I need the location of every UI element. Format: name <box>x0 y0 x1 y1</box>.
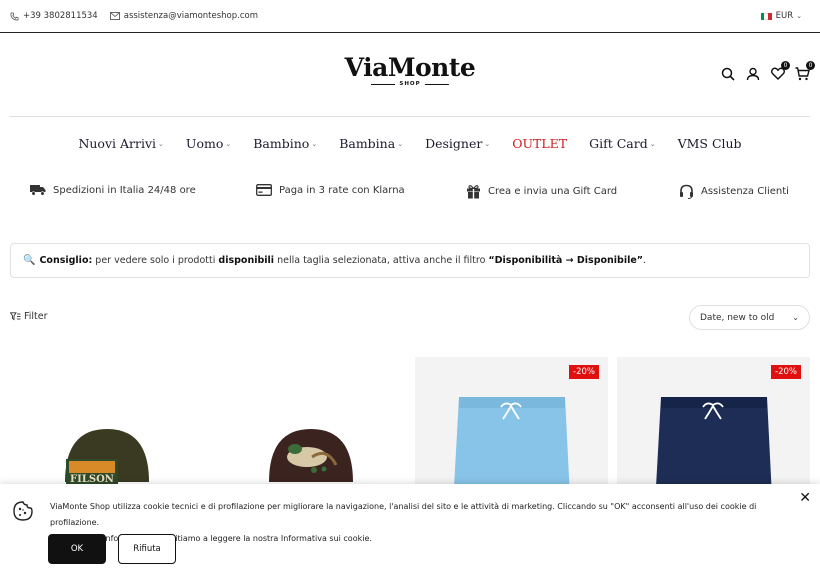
nav-item-vms-club[interactable]: VMS Club <box>678 136 742 151</box>
feature-support: Assistenza Clienti <box>679 184 789 199</box>
header-actions: 0 0 <box>710 61 815 81</box>
header: ViaMonte SHOP 0 0 <box>0 33 820 117</box>
discount-badge: -20% <box>771 365 801 379</box>
filter-button[interactable]: Filter <box>10 311 48 322</box>
phone-icon <box>10 12 19 21</box>
cart-button[interactable]: 0 <box>795 61 815 81</box>
chevron-down-icon: ⌄ <box>225 139 232 148</box>
cookie-icon <box>12 500 34 525</box>
feature-klarna-label: Paga in 3 rate con Klarna <box>279 184 405 196</box>
nav-item-designer[interactable]: Designer ⌄ <box>425 136 490 151</box>
cart-count-badge: 0 <box>806 61 815 70</box>
mail-icon <box>109 12 120 20</box>
feature-gift-card-label: Crea e invia una Gift Card <box>488 186 618 197</box>
chevron-down-icon: ⌄ <box>649 139 656 148</box>
chevron-down-icon: ⌄ <box>796 12 802 20</box>
feature-support-label: Assistenza Clienti <box>701 186 789 197</box>
headset-icon <box>679 184 694 199</box>
top-bar: +39 3802811534 assistenza@viamonteshop.c… <box>0 0 820 33</box>
nav-item-outlet[interactable]: OUTLET <box>512 136 567 151</box>
chevron-down-icon: ⌄ <box>397 139 404 148</box>
feature-gift-card: Crea e invia una Gift Card <box>466 184 617 199</box>
gift-icon <box>466 184 481 199</box>
filter-label: Filter <box>24 311 48 322</box>
phone-number: +39 3802811534 <box>23 11 98 21</box>
nav-item-nuovi-arrivi[interactable]: Nuovi Arrivi ⌄ <box>78 136 163 151</box>
chevron-down-icon: ⌄ <box>484 139 491 148</box>
chevron-down-icon: ⌄ <box>311 139 318 148</box>
tip-text-2: nella taglia selezionata, attiva anche i… <box>277 255 486 266</box>
discount-badge: -20% <box>569 365 599 379</box>
email-address: assistenza@viamonteshop.com <box>123 11 259 21</box>
tip-bold-2: “Disponibilità → Disponibile” <box>488 255 644 266</box>
cookie-ok-button[interactable]: OK <box>48 534 106 564</box>
sort-value: Date, new to old <box>700 312 775 323</box>
filter-icon <box>10 312 21 321</box>
sort-select[interactable]: Date, new to old ⌄ <box>689 305 810 330</box>
nav-item-bambino[interactable]: Bambino ⌄ <box>253 136 317 151</box>
filter-tip-banner: 🔍 Consiglio: per vedere solo i prodotti … <box>10 243 810 278</box>
feature-shipping: Spedizioni in Italia 24/48 ore <box>30 184 196 196</box>
wishlist-button[interactable]: 0 <box>770 61 790 81</box>
currency-label: EUR <box>775 11 794 21</box>
close-icon[interactable]: ✕ <box>799 490 811 506</box>
main-navigation: Nuovi Arrivi ⌄ Uomo ⌄ Bambino ⌄ Bambina ⌄ De… <box>0 136 820 151</box>
chevron-down-icon: ⌄ <box>792 313 799 322</box>
features-bar: Spedizioni in Italia 24/48 ore Paga in 3… <box>0 184 820 204</box>
feature-klarna: Paga in 3 rate con Klarna <box>256 184 405 196</box>
logo-sub: SHOP <box>399 81 421 87</box>
header-divider <box>10 116 810 117</box>
feature-shipping-label: Spedizioni in Italia 24/48 ore <box>53 184 196 196</box>
logo-name: ViaMonte <box>344 53 476 82</box>
chevron-down-icon: ⌄ <box>158 139 164 148</box>
currency-selector[interactable]: EUR ⌄ <box>760 11 802 21</box>
wishlist-count-badge: 0 <box>781 61 790 70</box>
nav-item-gift-card[interactable]: Gift Card ⌄ <box>589 136 655 151</box>
phone-contact[interactable]: +39 3802811534 <box>10 11 98 21</box>
truck-icon <box>30 184 46 196</box>
nav-item-uomo[interactable]: Uomo ⌄ <box>186 136 231 151</box>
tip-text-1: per vedere solo i prodotti <box>95 255 216 266</box>
search-icon[interactable] <box>720 66 735 81</box>
nav-item-bambina[interactable]: Bambina ⌄ <box>339 136 403 151</box>
email-contact[interactable]: assistenza@viamonteshop.com <box>109 11 259 21</box>
tip-bold-1: disponibili <box>218 255 275 266</box>
credit-card-icon <box>256 184 272 196</box>
cookie-reject-button[interactable]: Rifiuta <box>118 534 176 564</box>
magnifier-icon: 🔍 <box>23 255 36 266</box>
tip-label: Consiglio: <box>39 255 93 266</box>
italy-flag-icon <box>760 12 772 20</box>
cookie-banner: ViaMonte Shop utilizza cookie tecnici e … <box>0 484 820 577</box>
cookie-text-line1: ViaMonte Shop utilizza cookie tecnici e … <box>50 502 757 527</box>
user-icon[interactable] <box>745 66 760 81</box>
site-logo[interactable]: ViaMonte SHOP <box>0 53 820 87</box>
